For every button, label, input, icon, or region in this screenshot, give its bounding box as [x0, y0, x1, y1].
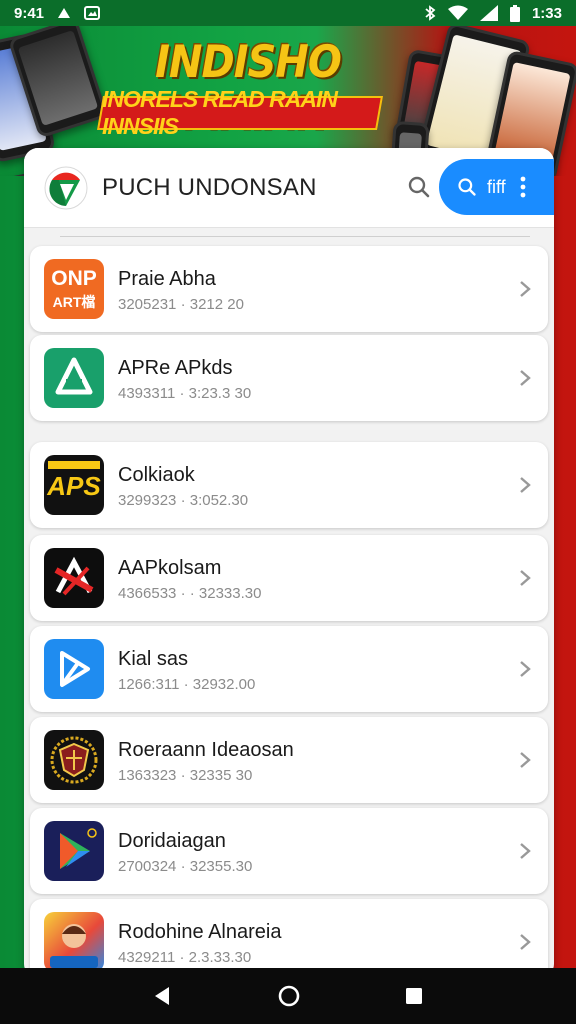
list-item[interactable]: Rodohine Alnareia 4329211 · 2.3.33.30	[30, 899, 548, 978]
home-icon[interactable]	[277, 984, 301, 1008]
app-icon-cartoon	[44, 912, 104, 972]
app-meta: 3299323 · 3:052.30	[118, 492, 249, 509]
app-icon-black	[44, 548, 104, 608]
cross-logo-icon	[54, 556, 94, 596]
list-item[interactable]: ONP ART檔 Praie Abha 3205231 · 3212 20	[30, 246, 548, 332]
chevron-right-icon	[520, 570, 531, 586]
bluetooth-icon	[425, 5, 436, 21]
status-time: 9:41	[14, 4, 45, 22]
app-name: Praie Abha	[118, 268, 216, 290]
arrow-logo-icon	[60, 651, 90, 687]
notification-icon	[58, 8, 71, 18]
chevron-right-icon	[520, 281, 531, 297]
list-item[interactable]: Kial sas 1266:311 · 32932.00	[30, 626, 548, 712]
app-icon-text: APS	[47, 471, 101, 501]
list-item[interactable]: APS Colkiaok 3299323 · 3:052.30	[30, 442, 548, 528]
app-name: APRe APkds	[118, 357, 233, 379]
system-nav-bar	[0, 968, 576, 1024]
recents-icon[interactable]	[404, 986, 424, 1006]
battery-icon	[509, 4, 520, 22]
app-name: AAPkolsam	[118, 557, 222, 579]
search-action-label: fiff	[487, 176, 506, 197]
app-icon-crest	[44, 730, 104, 790]
photo-notification-icon	[84, 6, 101, 20]
app-meta: 1363323 · 32335 30	[118, 767, 253, 784]
search-action-button[interactable]: fiff	[439, 159, 554, 215]
back-icon[interactable]	[152, 985, 174, 1007]
wifi-icon	[447, 5, 468, 20]
page-title: PUCH UNDONSAN	[102, 174, 317, 201]
play-logo-icon	[60, 828, 97, 869]
app-meta: 3205231 · 3212 20	[118, 296, 244, 313]
character-logo-icon	[50, 924, 98, 968]
app-name: Roeraann Ideaosan	[118, 739, 294, 761]
crest-logo-icon	[50, 736, 98, 784]
app-icon-text: ART檔	[52, 294, 96, 310]
chevron-right-icon	[520, 934, 531, 950]
chevron-right-icon	[520, 370, 531, 386]
list-item[interactable]: Roeraann Ideaosan 1363323 · 32335 30	[30, 717, 548, 803]
triangle-logo-icon	[55, 357, 93, 395]
app-icon-colorful	[44, 821, 104, 881]
app-meta: 1266:311 · 32932.00	[118, 676, 256, 693]
list-divider	[60, 236, 530, 237]
app-meta: 4366533 · · 32333.30	[118, 585, 262, 602]
list-item[interactable]: Doridaiagan 2700324 · 32355.30	[30, 808, 548, 894]
app-header: PUCH UNDONSAN fiff	[24, 148, 554, 228]
chevron-right-icon	[520, 843, 531, 859]
search-icon[interactable]	[407, 175, 431, 199]
list-item[interactable]: APRe APkds 4393311 · 3:23.3 30	[30, 335, 548, 421]
app-name: Doridaiagan	[118, 830, 226, 852]
app-list-card: PUCH UNDONSAN fiff ONP ART檔 Praie Abha 3…	[24, 148, 554, 978]
status-bar: 9:41 1:33	[0, 0, 576, 26]
list-item[interactable]: AAPkolsam 4366533 · · 32333.30	[30, 535, 548, 621]
app-logo-icon	[44, 166, 88, 210]
search-icon	[458, 178, 476, 196]
banner-subtitle: INORELS READ RAAIN INNSIIS	[97, 86, 383, 139]
chevron-right-icon	[520, 752, 531, 768]
app-meta: 4329211 · 2.3.33.30	[118, 949, 252, 966]
app-meta: 2700324 · 32355.30	[118, 858, 253, 875]
app-name: Rodohine Alnareia	[118, 921, 282, 943]
app-icon-stripe	[48, 461, 100, 469]
app-meta: 4393311 · 3:23.3 30	[118, 385, 252, 402]
app-icon-orange: ONP ART檔	[44, 259, 104, 319]
chevron-right-icon	[520, 661, 531, 677]
signal-icon	[479, 5, 498, 21]
app-name: Kial sas	[118, 648, 189, 670]
app-name: Colkiaok	[118, 464, 195, 486]
more-vertical-icon[interactable]	[520, 175, 526, 199]
chevron-right-icon	[520, 477, 531, 493]
app-icon-yellow: APS	[44, 455, 104, 515]
status-clock: 1:33	[531, 4, 562, 22]
app-icon-text: ONP	[51, 267, 97, 290]
app-icon-blue	[44, 639, 104, 699]
app-icon-green	[44, 348, 104, 408]
